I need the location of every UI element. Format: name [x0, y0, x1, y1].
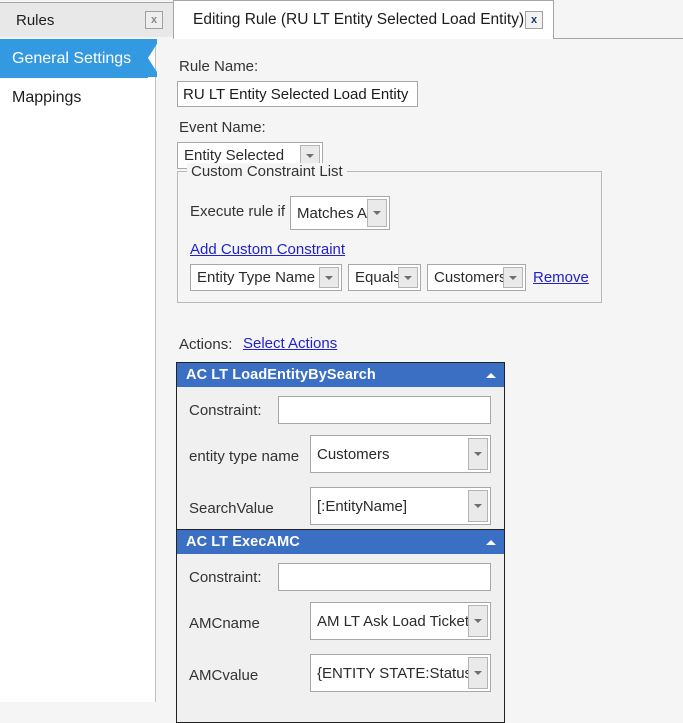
sidebar-item-mappings[interactable]: Mappings — [0, 78, 155, 117]
action-panel-exec-amc-title: AC LT ExecAMC — [186, 534, 300, 550]
constraint-value-select-value: Customers — [434, 269, 503, 286]
sidebar-item-general-settings[interactable]: General Settings — [0, 39, 160, 78]
triangle-up-icon[interactable] — [486, 372, 496, 378]
remove-constraint-link[interactable]: Remove — [533, 269, 589, 286]
p2-amcvalue-select[interactable]: {ENTITY STATE:Status} — [310, 654, 491, 692]
p2-constraint-label: Constraint: — [189, 569, 262, 586]
sidebar-item-mappings-label: Mappings — [12, 88, 82, 106]
rule-name-label: Rule Name: — [179, 58, 259, 75]
chevron-down-icon[interactable] — [468, 605, 488, 637]
constraint-operator-select[interactable]: Equals — [348, 264, 421, 291]
tab-editing-rule[interactable]: Editing Rule (RU LT Entity Selected Load… — [173, 0, 554, 39]
action-panel-load-entity-by-search: AC LT LoadEntityBySearch Constraint: ent… — [176, 362, 505, 556]
sidebar: General Settings Mappings — [0, 39, 160, 702]
chevron-down-icon[interactable] — [367, 199, 387, 227]
constraint-field-select[interactable]: Entity Type Name — [190, 264, 342, 291]
action-panel-exec-amc-body: Constraint: AMCname AM LT Ask Load Ticke… — [177, 554, 504, 723]
sidebar-item-general-settings-label: General Settings — [12, 49, 132, 67]
tab-editing-rule-label: Editing Rule (RU LT Entity Selected Load… — [193, 11, 525, 28]
execute-rule-if-select[interactable]: Matches All — [290, 196, 390, 230]
p1-entity-type-name-label: entity type name — [189, 448, 300, 465]
chevron-down-icon[interactable] — [503, 267, 523, 288]
custom-constraint-list-group: Custom Constraint List Execute rule if M… — [177, 163, 602, 303]
p1-constraint-input[interactable] — [278, 396, 491, 424]
event-name-label: Event Name: — [179, 119, 266, 136]
action-panel-exec-amc-header[interactable]: AC LT ExecAMC — [177, 530, 504, 554]
constraint-operator-select-value: Equals — [355, 269, 398, 286]
add-custom-constraint-link[interactable]: Add Custom Constraint — [190, 241, 345, 258]
action-panel-load-entity-by-search-header[interactable]: AC LT LoadEntityBySearch — [177, 363, 504, 387]
p1-entity-type-name-select-value: Customers — [317, 445, 390, 463]
p1-constraint-label: Constraint: — [189, 402, 262, 419]
p1-search-value-label: SearchValue — [189, 500, 274, 517]
chevron-down-icon[interactable] — [398, 267, 418, 288]
p1-search-value-select-value: [:EntityName] — [317, 497, 408, 515]
select-actions-link[interactable]: Select Actions — [243, 335, 337, 352]
constraint-value-select[interactable]: Customers — [427, 264, 526, 291]
p2-constraint-input[interactable] — [278, 563, 491, 591]
actions-label: Actions: — [179, 336, 233, 353]
action-panel-exec-amc: AC LT ExecAMC Constraint: AMCname AM LT … — [176, 529, 505, 723]
p2-amcvalue-select-value: {ENTITY STATE:Status} — [317, 664, 468, 682]
p2-amcname-select[interactable]: AM LT Ask Load Ticket — [310, 602, 491, 640]
p2-amcvalue-label: AMCvalue — [189, 667, 259, 684]
action-panel-load-entity-by-search-title: AC LT LoadEntityBySearch — [186, 367, 376, 383]
constraint-field-select-value: Entity Type Name — [197, 269, 316, 286]
tab-strip-baseline — [553, 38, 683, 39]
rule-name-input[interactable]: RU LT Entity Selected Load Entity — [177, 81, 418, 107]
p2-amcname-label: AMCname — [189, 615, 260, 632]
content-pane: Rule Name: RU LT Entity Selected Load En… — [157, 39, 683, 723]
tab-editing-rule-close-icon[interactable]: x — [525, 11, 543, 29]
tab-strip: Rules x Editing Rule (RU LT Entity Selec… — [0, 0, 683, 39]
p1-search-value-select[interactable]: [:EntityName] — [310, 487, 491, 525]
chevron-down-icon[interactable] — [468, 438, 488, 470]
tab-rules-label: Rules — [16, 11, 55, 29]
execute-rule-if-label: Execute rule if — [190, 203, 286, 220]
p2-amcname-select-value: AM LT Ask Load Ticket — [317, 612, 468, 630]
chevron-down-icon[interactable] — [319, 267, 339, 288]
chevron-down-icon[interactable] — [468, 657, 488, 689]
execute-rule-if-select-value: Matches All — [297, 204, 367, 222]
triangle-up-icon[interactable] — [486, 539, 496, 545]
tab-rules-close-icon[interactable]: x — [145, 11, 163, 29]
chevron-down-icon[interactable] — [468, 490, 488, 522]
p1-entity-type-name-select[interactable]: Customers — [310, 435, 491, 473]
custom-constraint-list-title: Custom Constraint List — [187, 163, 347, 180]
tab-rules[interactable]: Rules x — [0, 2, 174, 37]
